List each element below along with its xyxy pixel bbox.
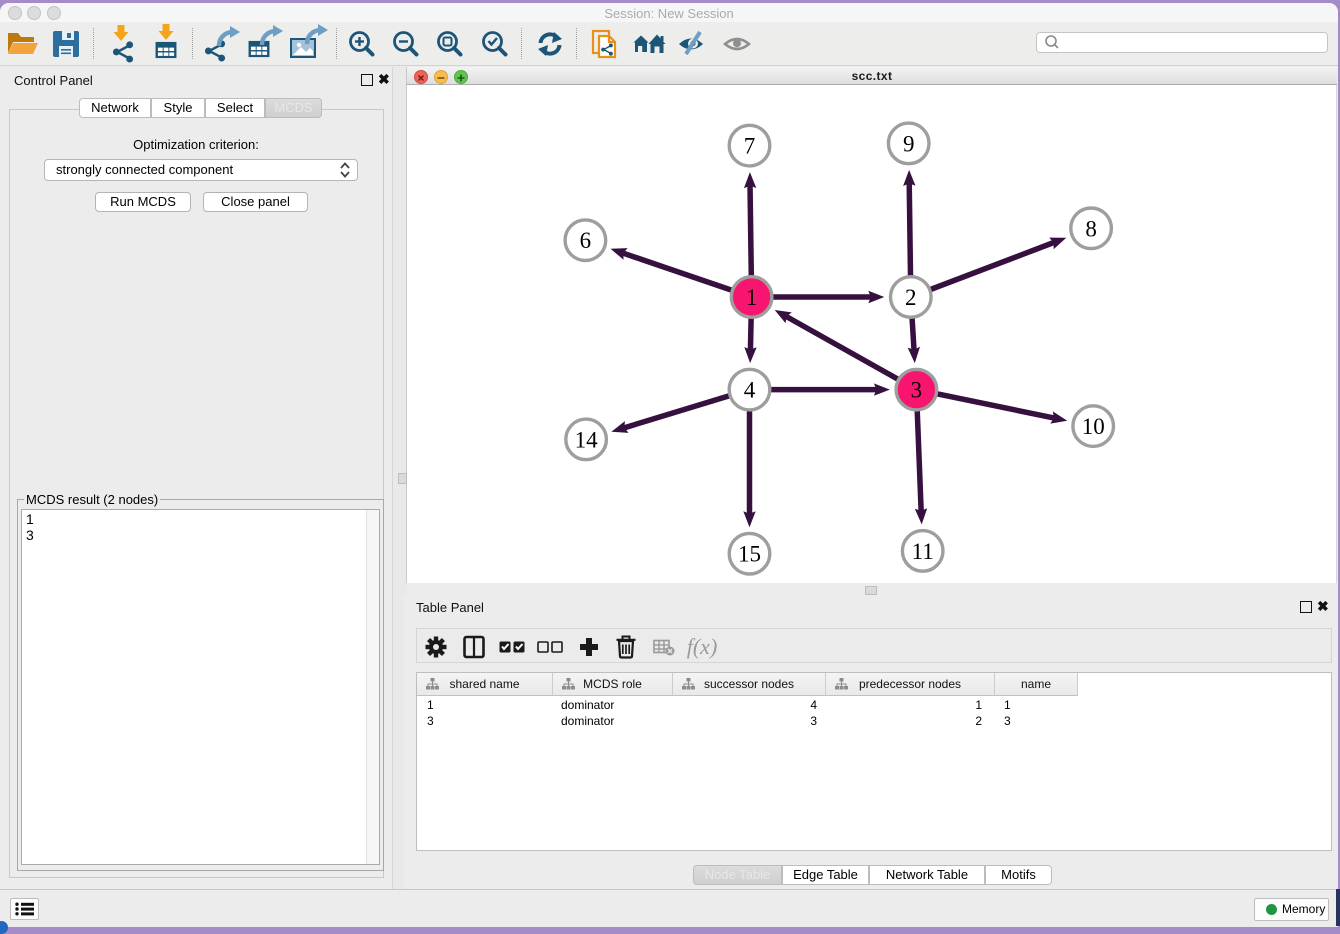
svg-text:6: 6 <box>580 228 592 253</box>
svg-text:7: 7 <box>744 134 756 159</box>
svg-text:4: 4 <box>744 378 756 403</box>
svg-text:2: 2 <box>905 285 917 310</box>
svg-text:8: 8 <box>1085 216 1097 241</box>
svg-text:15: 15 <box>738 542 761 567</box>
svg-text:10: 10 <box>1082 414 1105 439</box>
svg-text:9: 9 <box>903 131 915 156</box>
svg-text:3: 3 <box>911 378 923 403</box>
svg-text:1: 1 <box>746 285 758 310</box>
svg-text:11: 11 <box>912 539 934 564</box>
svg-text:14: 14 <box>575 427 599 452</box>
svg-text:f(x): f(x) <box>687 634 718 659</box>
